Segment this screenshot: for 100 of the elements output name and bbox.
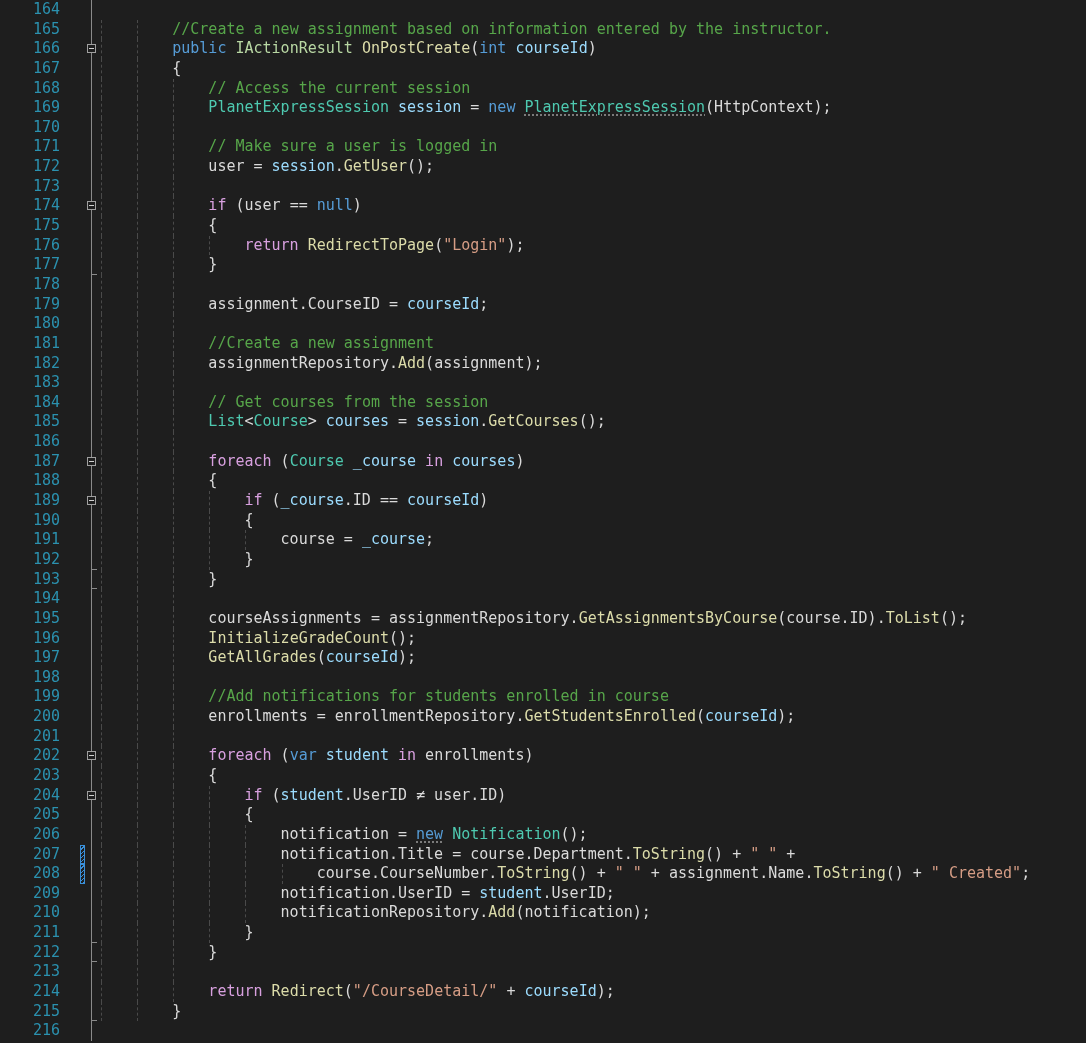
- code-line: notification.UserID = student.UserID;: [280, 883, 615, 904]
- code-line: InitializeGradeCount();: [208, 628, 417, 649]
- line-number: 178: [31, 274, 60, 295]
- line-number: 192: [31, 549, 60, 570]
- line-number: 183: [31, 373, 60, 393]
- line-number: 186: [31, 432, 60, 452]
- collapse-icon[interactable]: [87, 751, 96, 761]
- line-number: 199: [31, 687, 60, 708]
- line-number: 180: [31, 314, 60, 334]
- code-line: {: [208, 471, 218, 492]
- collapse-icon[interactable]: [87, 456, 96, 466]
- line-number: 191: [31, 530, 60, 550]
- line-number: 210: [31, 903, 60, 924]
- code-line: //Create a new assignment based on information entered by the instructor.: [172, 19, 832, 40]
- code-line: //Add notifications for students enrolled in course: [208, 687, 669, 708]
- code-line: return RedirectToPage("Login");: [244, 235, 525, 256]
- code-line: if (_course.ID == courseId): [244, 491, 489, 511]
- line-number: 209: [31, 883, 60, 904]
- line-number: 212: [31, 942, 60, 963]
- line-number: 167: [31, 58, 60, 79]
- code-line: }: [208, 569, 218, 590]
- code-line: notification = new Notification();: [280, 824, 588, 845]
- code-line: }: [172, 1001, 182, 1022]
- code-line: user = session.GetUser();: [208, 157, 435, 177]
- line-number: 184: [31, 392, 60, 413]
- code-line: // Get courses from the session: [208, 392, 489, 413]
- line-number: 205: [31, 805, 60, 825]
- line-number: 176: [31, 235, 60, 256]
- code-line: }: [244, 923, 254, 943]
- code-line: foreach (var student in enrollments): [208, 746, 534, 766]
- code-line: List<Course> courses = session.GetCourses();: [208, 412, 606, 433]
- line-number: 204: [31, 785, 60, 806]
- line-number: 216: [31, 1021, 60, 1041]
- line-number: 175: [31, 216, 60, 236]
- code-line: }: [208, 255, 218, 275]
- code-line: assignment.CourseID = courseId;: [208, 294, 489, 315]
- line-number: 173: [31, 176, 60, 197]
- line-number: 166: [31, 39, 60, 59]
- line-number: 197: [31, 648, 60, 668]
- code-line: courseAssignments = assignmentRepository.GetAssignmentsByCourse(course.ID).ToList();: [208, 608, 967, 629]
- line-number: 190: [31, 510, 60, 531]
- line-number: 206: [31, 824, 60, 845]
- code-line: // Make sure a user is logged in: [208, 137, 498, 158]
- code-line: }: [208, 942, 218, 963]
- code-line: return Redirect("/CourseDetail/" + courseId);: [208, 982, 615, 1002]
- line-number: 185: [31, 412, 60, 433]
- code-line: {: [244, 805, 254, 825]
- line-number: 165: [31, 19, 60, 40]
- code-line: if (student.UserID ≠ user.ID): [244, 785, 507, 806]
- code-line: if (user == null): [208, 196, 362, 217]
- code-line: }: [244, 549, 254, 570]
- line-number: 172: [31, 157, 60, 177]
- code-line: {: [208, 766, 218, 786]
- code-line: enrollments = enrollmentRepository.GetStudentsEnrolled(courseId);: [208, 707, 796, 727]
- line-number: 207: [31, 844, 60, 865]
- code-line: course = _course;: [280, 530, 435, 550]
- code-line: {: [172, 58, 182, 79]
- line-number: 201: [31, 726, 60, 747]
- code-line: notificationRepository.Add(notification);: [280, 903, 651, 924]
- code-line: course.CourseNumber.ToString() + " " + assignment.Name.ToString() + " Created";: [316, 864, 1031, 884]
- line-number: 179: [31, 294, 60, 315]
- line-number: 168: [31, 78, 60, 99]
- line-number: 181: [31, 333, 60, 354]
- line-number: 203: [31, 766, 60, 786]
- collapse-icon[interactable]: [87, 201, 96, 211]
- line-number: 171: [31, 137, 60, 158]
- code-line: //Create a new assignment: [208, 333, 435, 354]
- code-line: notification.Title = course.Department.ToString() + " " +: [280, 844, 796, 865]
- line-number: 187: [31, 451, 60, 472]
- code-line: {: [244, 510, 254, 531]
- line-number: 170: [31, 117, 60, 138]
- line-number: 193: [31, 569, 60, 590]
- code-line: assignmentRepository.Add(assignment);: [208, 353, 543, 374]
- line-number: 194: [31, 589, 60, 609]
- code-line: PlanetExpressSession session = new PlanetExpressSession(HttpContext);: [208, 98, 832, 118]
- line-number: 174: [31, 196, 60, 217]
- line-number: 215: [31, 1001, 60, 1022]
- line-number: 177: [31, 255, 60, 275]
- code-line: {: [208, 216, 218, 236]
- line-number: 208: [31, 864, 60, 884]
- collapse-icon[interactable]: [87, 496, 96, 505]
- line-number: 202: [31, 746, 60, 766]
- line-number: 211: [31, 923, 60, 943]
- line-number: 214: [31, 982, 60, 1002]
- line-number: 188: [31, 471, 60, 491]
- line-number: 182: [31, 353, 60, 374]
- line-number: 213: [31, 962, 60, 983]
- line-number: 195: [31, 608, 60, 629]
- collapse-icon[interactable]: [87, 790, 96, 800]
- line-number: 164: [31, 0, 60, 20]
- line-number: 200: [31, 707, 60, 727]
- code-line: // Access the current session: [208, 78, 471, 99]
- code-line: public IActionResult OnPostCreate(int courseId): [172, 39, 597, 59]
- line-number: 189: [31, 491, 60, 511]
- collapse-icon[interactable]: [87, 44, 96, 54]
- line-number: 169: [31, 98, 60, 118]
- line-number: 198: [31, 667, 60, 688]
- code-line: foreach (Course _course in courses): [208, 451, 525, 472]
- line-number: 196: [31, 628, 60, 649]
- code-line: GetAllGrades(courseId);: [208, 648, 417, 668]
